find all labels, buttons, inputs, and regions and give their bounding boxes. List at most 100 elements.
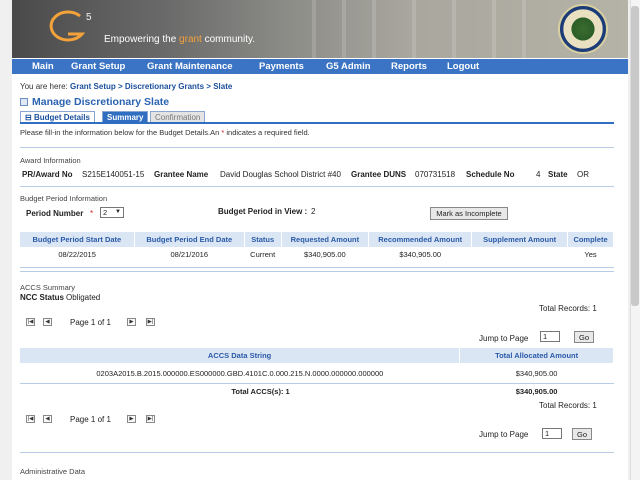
column-header: Requested Amount [281, 232, 370, 247]
prev-page-icon[interactable]: ◀ [43, 318, 52, 326]
svg-text:5: 5 [86, 12, 92, 23]
table-cell: $340,905.00 [515, 369, 558, 378]
breadcrumb-discretionary-grants[interactable]: Discretionary Grants [125, 82, 204, 91]
nav-grant-maintenance[interactable]: Grant Maintenance [147, 61, 233, 72]
go-button[interactable]: Go [574, 331, 594, 343]
accs-section-title: ACCS Summary [20, 283, 76, 292]
total-accs-label: Total ACCS(s): 1 [231, 387, 290, 396]
column-header: Budget Period Start Date [20, 232, 135, 247]
pr-award-value: S215E140051-15 [82, 170, 145, 179]
breadcrumb-grant-setup[interactable]: Grant Setup [70, 82, 116, 91]
grantee-duns-label: Grantee DUNS [351, 170, 407, 179]
prev-page-icon[interactable]: ◀ [43, 415, 52, 423]
period-number-label: Period Number [26, 209, 84, 218]
instructions: Please fill-in the information below for… [20, 128, 310, 137]
last-page-icon[interactable]: ▶| [146, 318, 155, 326]
jump-page-input[interactable]: 1 [540, 331, 560, 342]
divider [20, 267, 614, 268]
breadcrumb: You are here: Grant Setup > Discretionar… [20, 82, 232, 91]
divider [20, 147, 614, 148]
column-header: ACCS Data String [20, 348, 461, 363]
table-cell: 08/22/2015 [58, 250, 96, 259]
divider [20, 186, 614, 187]
department-seal-icon [558, 4, 608, 54]
budget-section-title: Budget Period Information [20, 194, 108, 203]
table-row[interactable]: 08/22/2015 08/21/2016 Current $340,905.0… [20, 247, 614, 262]
table-row[interactable]: 0203A2015.B.2015.000000.ES000000.GBD.410… [20, 363, 614, 384]
last-page-icon[interactable]: ▶| [146, 415, 155, 423]
nav-reports[interactable]: Reports [391, 61, 427, 72]
schedule-no-value: 4 [536, 170, 541, 179]
jump-to-page-label: Jump to Page [479, 334, 529, 343]
total-records: Total Records: 1 [539, 304, 597, 313]
table-cell: $340,905.00 [304, 250, 346, 259]
table-cell: Current [250, 250, 276, 259]
page-container: 5 Empowering the grant community. Main G… [12, 0, 628, 480]
ncc-status-value: Obligated [66, 293, 101, 302]
header-banner: 5 Empowering the grant community. [12, 0, 628, 58]
tab-underline [20, 122, 614, 124]
column-header: Total Allocated Amount [459, 348, 614, 363]
page-left-gutter [0, 0, 12, 480]
nav-main[interactable]: Main [32, 61, 54, 72]
page-title-icon [20, 98, 28, 106]
pr-award-label: PR/Award No [22, 170, 73, 179]
tab-expand-icon: ⊟ [25, 113, 34, 122]
nav-payments[interactable]: Payments [259, 61, 304, 72]
chevron-down-icon: ▼ [115, 209, 121, 215]
nav-grant-setup[interactable]: Grant Setup [71, 61, 125, 72]
page-right-gutter [628, 0, 640, 480]
page-info: Page 1 of 1 [70, 415, 111, 424]
tagline: Empowering the grant community. [104, 34, 256, 45]
table-total-row: Total ACCS(s): 1 $340,905.00 [20, 383, 614, 400]
breadcrumb-separator: > [206, 82, 211, 91]
table-cell: $340,905.00 [399, 250, 442, 259]
ncc-status-label: NCC Status [20, 293, 65, 302]
grantee-name-label: Grantee Name [154, 170, 209, 179]
state-value: OR [577, 170, 589, 179]
grantee-duns-value: 070731518 [415, 170, 456, 179]
period-number-select[interactable]: 2 ▼ [100, 207, 124, 218]
jump-page-input[interactable]: 1 [542, 428, 562, 439]
column-header: Status [244, 232, 282, 247]
column-header: Complete [567, 232, 614, 247]
page-info: Page 1 of 1 [70, 318, 111, 327]
budget-in-view-label: Budget Period in View : [218, 207, 308, 216]
scrollbar-thumb[interactable] [631, 6, 639, 306]
g5-logo: 5 [49, 10, 92, 42]
table-cell: 0203A2015.B.2015.000000.ES000000.GBD.410… [96, 369, 384, 378]
divider [20, 452, 614, 453]
table-cell: 08/21/2016 [170, 250, 209, 259]
column-header: Supplement Amount [471, 232, 569, 247]
main-nav: Main Grant Setup Grant Maintenance Payme… [12, 59, 628, 74]
divider [20, 271, 614, 272]
breadcrumb-slate[interactable]: Slate [213, 82, 232, 91]
page-title: Manage Discretionary Slate [32, 96, 170, 108]
first-page-icon[interactable]: |◀ [26, 318, 35, 326]
breadcrumb-separator: > [118, 82, 123, 91]
table-header-row: Budget Period Start Date Budget Period E… [20, 232, 614, 247]
grantee-name-value: David Douglas School District #40 [220, 170, 341, 179]
total-accs-value: $340,905.00 [515, 387, 558, 396]
budget-in-view-value: 2 [311, 207, 316, 216]
mark-incomplete-button[interactable]: Mark as Incomplete [430, 207, 508, 220]
total-records: Total Records: 1 [539, 401, 597, 410]
vertical-scrollbar[interactable] [630, 0, 640, 480]
nav-logout[interactable]: Logout [447, 61, 479, 72]
admin-section-title: Administrative Data [20, 467, 86, 476]
breadcrumb-prefix: You are here: [20, 82, 68, 91]
next-page-icon[interactable]: ▶ [127, 415, 136, 423]
required-star: * [90, 209, 94, 218]
budget-period-table: Budget Period Start Date Budget Period E… [20, 232, 614, 262]
first-page-icon[interactable]: |◀ [26, 415, 35, 423]
table-header-row: ACCS Data String Total Allocated Amount [20, 348, 614, 363]
go-button[interactable]: Go [572, 428, 592, 440]
nav-g5-admin[interactable]: G5 Admin [326, 61, 371, 72]
jump-to-page-label: Jump to Page [479, 430, 529, 439]
award-section-title: Award Information [20, 156, 81, 165]
state-label: State [548, 170, 568, 179]
next-page-icon[interactable]: ▶ [127, 318, 136, 326]
table-cell [472, 247, 568, 262]
column-header: Recommended Amount [368, 232, 473, 247]
accs-table: ACCS Data String Total Allocated Amount … [20, 348, 614, 399]
